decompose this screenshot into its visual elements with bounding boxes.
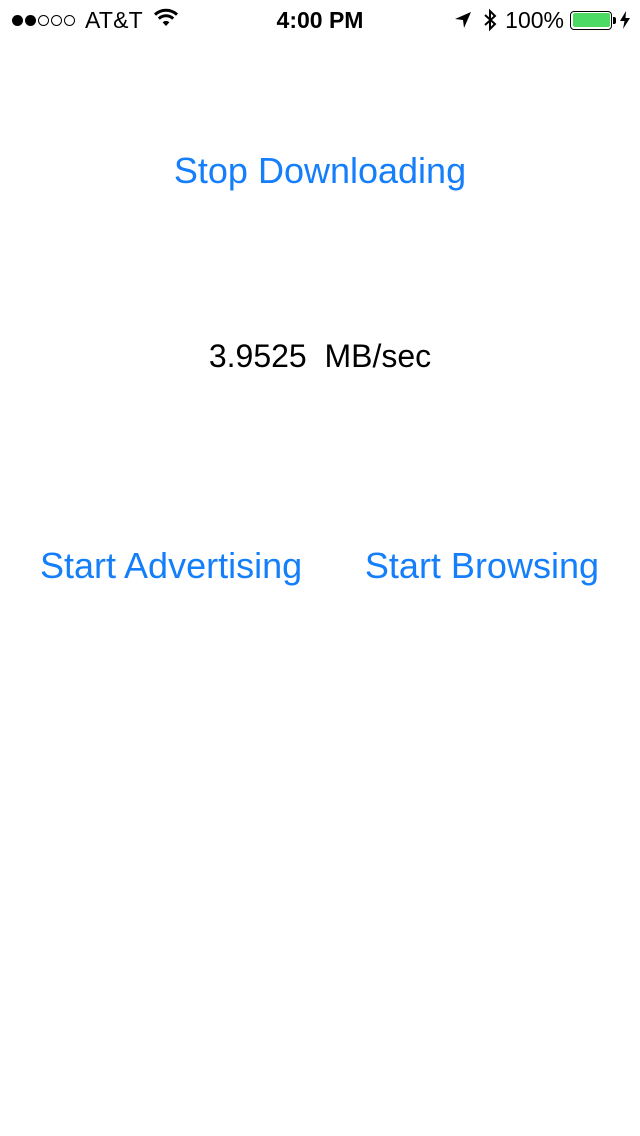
location-arrow-icon [453,10,473,30]
status-bar: AT&T 4:00 PM 100% [0,0,640,40]
app-screen: AT&T 4:00 PM 100% Stop Downloading 3.952… [0,0,640,1136]
speed-value: 3.9525 [208,338,307,374]
start-browsing-button[interactable]: Start Browsing [365,545,599,587]
download-speed-readout: 3.9525 MB/sec [0,338,640,375]
battery-level-fill [572,13,610,27]
charging-bolt-icon [620,11,630,29]
bluetooth-icon [483,8,497,32]
status-bar-right: 100% [453,6,630,34]
battery-icon [570,10,616,30]
start-advertising-button[interactable]: Start Advertising [40,545,302,587]
battery-percentage: 100% [505,6,564,33]
stop-downloading-button[interactable]: Stop Downloading [0,150,640,192]
speed-unit: MB/sec [324,338,432,374]
